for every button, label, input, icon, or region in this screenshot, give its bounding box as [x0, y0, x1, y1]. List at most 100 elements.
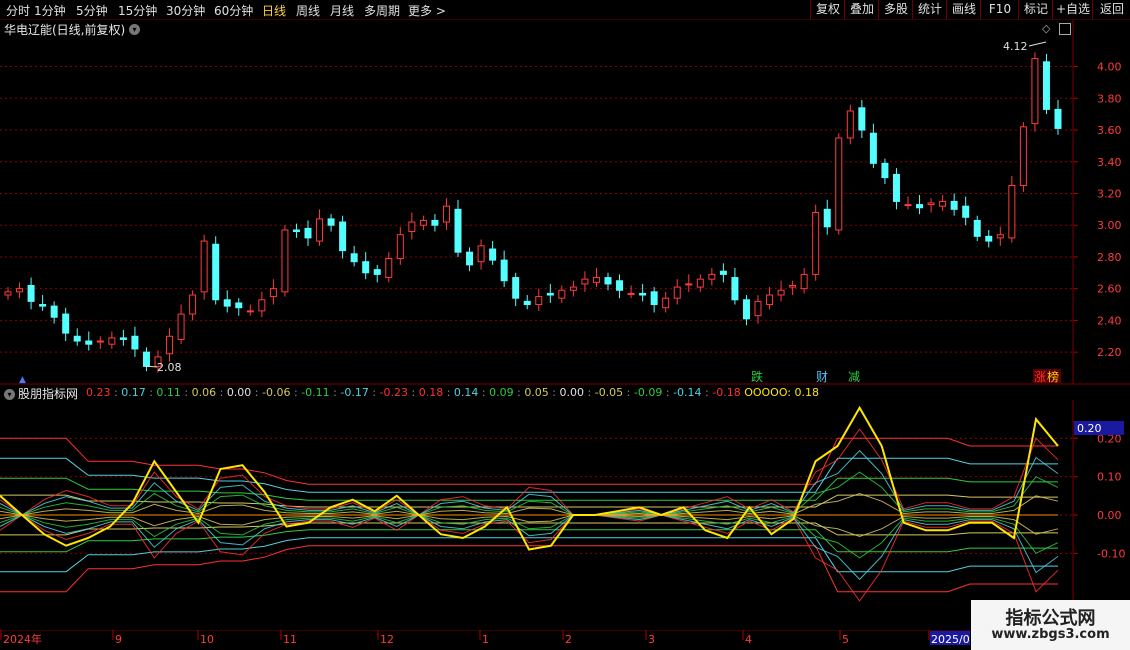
- mark-button[interactable]: 标记: [1018, 0, 1053, 19]
- multi-stock-button[interactable]: 多股: [878, 0, 913, 19]
- back-button[interactable]: 返回: [1092, 0, 1130, 19]
- candle-body[interactable]: [662, 297, 670, 309]
- candle-body[interactable]: [212, 243, 220, 301]
- candle-body[interactable]: [812, 212, 820, 275]
- candle-body[interactable]: [50, 305, 58, 318]
- candle-body[interactable]: [869, 132, 877, 164]
- candle-body[interactable]: [73, 335, 81, 342]
- candle-body[interactable]: [39, 304, 47, 307]
- candle-body[interactable]: [962, 205, 970, 218]
- candle-body[interactable]: [4, 291, 12, 296]
- candle-body[interactable]: [708, 273, 716, 280]
- candle-body[interactable]: [119, 337, 127, 340]
- period-tab-weekly[interactable]: 周线: [296, 2, 320, 19]
- candle-body[interactable]: [62, 313, 70, 334]
- candle-body[interactable]: [523, 300, 531, 306]
- candle-body[interactable]: [235, 302, 243, 309]
- period-tab-more[interactable]: 更多 >: [408, 2, 446, 19]
- candle-body[interactable]: [1054, 108, 1062, 129]
- add-watchlist-button[interactable]: +自选: [1052, 0, 1093, 19]
- candle-body[interactable]: [304, 227, 312, 239]
- candlestick-chart[interactable]: 4.00 3.80 3.60 3.40 3.20 3.00 2.80 2.60 2.40 2.20…: [0, 20, 1130, 386]
- candle-body[interactable]: [166, 335, 174, 355]
- period-tab-1min[interactable]: 1分钟: [34, 2, 66, 19]
- candle-body[interactable]: [373, 269, 381, 275]
- candle-body[interactable]: [685, 283, 693, 286]
- candle-body[interactable]: [85, 340, 93, 345]
- candle-body[interactable]: [927, 202, 935, 206]
- candle-body[interactable]: [500, 259, 508, 282]
- candle-body[interactable]: [581, 278, 589, 285]
- period-tab-monthly[interactable]: 月线: [330, 2, 354, 19]
- candle-body[interactable]: [939, 200, 947, 207]
- candle-body[interactable]: [846, 110, 854, 139]
- event-label-finance[interactable]: 财: [816, 370, 828, 384]
- candle-body[interactable]: [339, 221, 347, 252]
- candle-body[interactable]: [639, 292, 647, 296]
- candle-body[interactable]: [996, 234, 1004, 239]
- candle-body[interactable]: [431, 219, 439, 226]
- candle-body[interactable]: [904, 204, 912, 207]
- candle-body[interactable]: [223, 299, 231, 307]
- candle-body[interactable]: [754, 300, 762, 317]
- candle-body[interactable]: [835, 137, 843, 231]
- candle-body[interactable]: [258, 299, 266, 312]
- draw-line-button[interactable]: 画线: [946, 0, 981, 19]
- period-tab-daily[interactable]: 日线: [262, 2, 286, 19]
- candle-body[interactable]: [881, 162, 889, 179]
- candle-body[interactable]: [1008, 185, 1016, 239]
- candle-body[interactable]: [131, 335, 139, 350]
- candle-body[interactable]: [350, 253, 358, 263]
- candle-body[interactable]: [916, 204, 924, 209]
- period-tab-multi[interactable]: 多周期: [364, 2, 400, 19]
- candle-body[interactable]: [858, 107, 866, 131]
- candle-body[interactable]: [189, 294, 197, 315]
- statistics-button[interactable]: 统计: [912, 0, 947, 19]
- candle-body[interactable]: [766, 294, 774, 306]
- candle-body[interactable]: [535, 296, 543, 306]
- candle-body[interactable]: [823, 208, 831, 228]
- candle-body[interactable]: [408, 221, 416, 233]
- candle-body[interactable]: [627, 292, 635, 295]
- event-label-fall[interactable]: 跌: [751, 369, 763, 384]
- candle-body[interactable]: [477, 245, 485, 263]
- candle-body[interactable]: [777, 289, 785, 296]
- candle-body[interactable]: [950, 200, 958, 210]
- candle-body[interactable]: [454, 208, 462, 253]
- candle-body[interactable]: [512, 277, 520, 299]
- candle-body[interactable]: [696, 278, 704, 288]
- candle-body[interactable]: [396, 234, 404, 260]
- candle-body[interactable]: [177, 313, 185, 340]
- candle-body[interactable]: [96, 340, 104, 343]
- period-tab-30min[interactable]: 30分钟: [166, 2, 205, 19]
- candle-body[interactable]: [569, 286, 577, 291]
- event-label-list[interactable]: 榜: [1047, 369, 1059, 384]
- period-tab-5min[interactable]: 5分钟: [76, 2, 108, 19]
- candle-body[interactable]: [466, 251, 474, 266]
- candle-body[interactable]: [269, 288, 277, 298]
- candle-body[interactable]: [27, 285, 35, 302]
- candle-body[interactable]: [742, 299, 750, 320]
- period-tab-60min[interactable]: 60分钟: [214, 2, 253, 19]
- candle-body[interactable]: [616, 280, 624, 291]
- candle-body[interactable]: [558, 289, 566, 299]
- period-tab-intraday[interactable]: 分时: [6, 2, 30, 19]
- chevron-down-icon[interactable]: ▾: [4, 389, 15, 400]
- period-tab-15min[interactable]: 15分钟: [118, 2, 157, 19]
- candle-body[interactable]: [442, 205, 450, 223]
- candle-body[interactable]: [789, 285, 797, 288]
- candle-body[interactable]: [592, 277, 600, 283]
- candle-body[interactable]: [604, 277, 612, 285]
- candle-body[interactable]: [419, 219, 427, 226]
- candle-body[interactable]: [108, 337, 116, 345]
- overlay-button[interactable]: 叠加: [844, 0, 879, 19]
- candle-body[interactable]: [16, 288, 24, 293]
- candle-body[interactable]: [385, 258, 393, 279]
- candle-body[interactable]: [1019, 126, 1027, 187]
- event-label-reduce[interactable]: 减: [848, 370, 860, 384]
- candle-body[interactable]: [673, 286, 681, 299]
- candle-body[interactable]: [546, 292, 554, 296]
- candle-body[interactable]: [1031, 58, 1039, 125]
- f10-button[interactable]: F10: [980, 0, 1019, 19]
- candle-body[interactable]: [316, 218, 324, 242]
